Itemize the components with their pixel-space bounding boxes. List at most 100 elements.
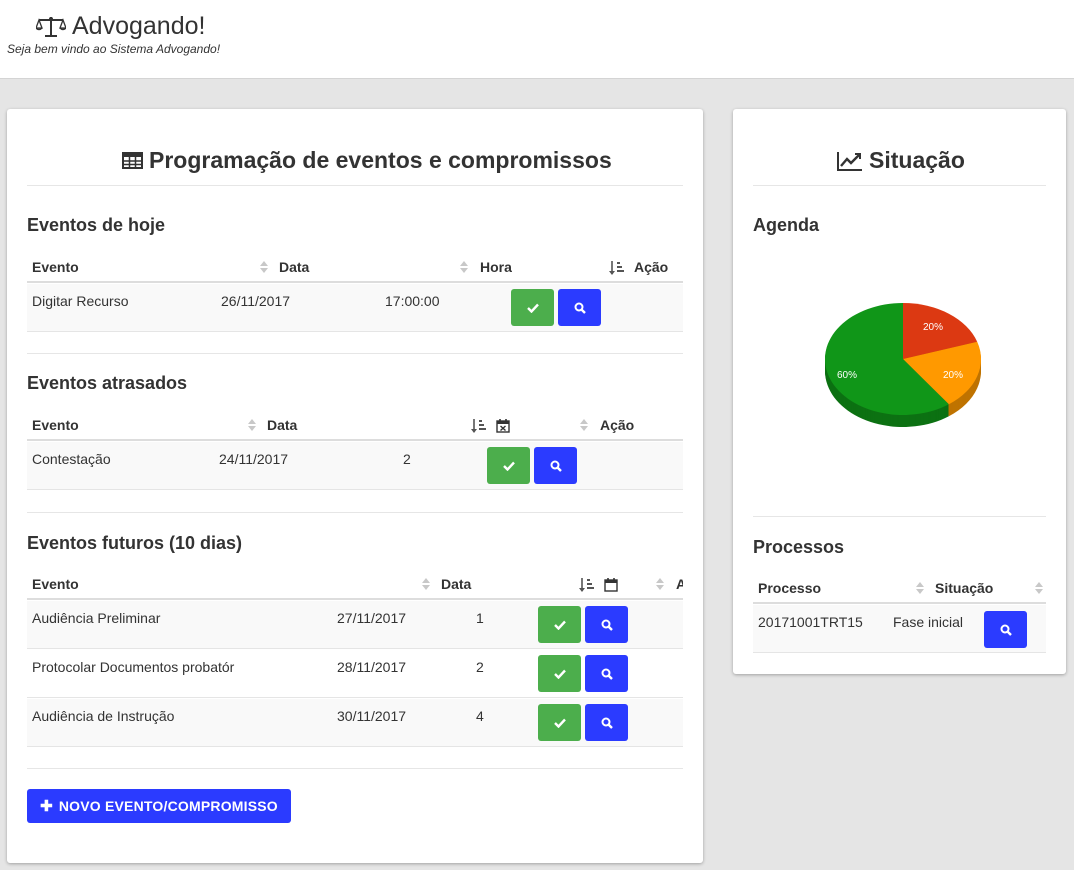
event-name: Digitar Recurso	[32, 293, 129, 309]
event-date: 30/11/2017	[337, 708, 407, 724]
view-button[interactable]	[558, 289, 601, 326]
confirm-button[interactable]	[487, 447, 530, 484]
processo-situacao: Fase inicial	[893, 614, 964, 630]
sort-icon[interactable]	[656, 578, 664, 590]
late-section-title: Eventos atrasados	[27, 373, 188, 393]
days-until: 4	[476, 708, 484, 724]
new-event-button[interactable]: ✚ NOVO EVENTO/COMPROMISSO	[27, 789, 291, 823]
search-icon	[574, 302, 586, 314]
view-button[interactable]	[534, 447, 577, 484]
pie-slice-label: 20%	[943, 370, 964, 381]
sort-icon[interactable]	[260, 261, 268, 273]
col-acao[interactable]: A	[676, 576, 683, 592]
processos-title: Processos	[753, 537, 845, 557]
search-icon	[1000, 624, 1012, 636]
sort-icon[interactable]	[916, 582, 924, 594]
view-button[interactable]	[585, 655, 628, 692]
search-icon	[550, 460, 562, 472]
col-acao[interactable]: Ação	[634, 259, 668, 275]
event-name: Protocolar Documentos probatór	[32, 659, 235, 675]
confirm-button[interactable]	[538, 655, 581, 692]
table-row: Audiência de Instrução 30/11/2017 4	[27, 699, 683, 747]
sort-icon[interactable]	[580, 419, 588, 431]
divider	[27, 768, 683, 769]
table-row: Protocolar Documentos probatór 28/11/201…	[27, 650, 683, 698]
col-evento[interactable]: Evento	[32, 576, 79, 592]
sort-icon[interactable]	[460, 261, 468, 273]
confirm-button[interactable]	[538, 704, 581, 741]
status-panel-title: Situação	[837, 147, 965, 174]
event-time: 17:00:00	[385, 293, 440, 309]
days-until: 2	[476, 659, 484, 675]
brand-name: Advogando!	[72, 12, 206, 40]
col-data[interactable]: Data	[267, 417, 297, 433]
event-date: 27/11/2017	[337, 610, 407, 626]
view-button[interactable]	[984, 611, 1027, 648]
new-event-label: NOVO EVENTO/COMPROMISSO	[58, 798, 278, 814]
event-name: Contestação	[32, 451, 111, 467]
divider	[753, 516, 1046, 517]
status-panel: Situação Agenda 20% 20% 60% Processos Pr…	[733, 109, 1066, 674]
calendar-icon[interactable]	[604, 577, 618, 592]
sort-icon[interactable]	[422, 578, 430, 590]
col-evento[interactable]: Evento	[32, 417, 79, 433]
divider	[27, 353, 683, 354]
pie-slice-label: 20%	[923, 322, 944, 333]
pie-slice-label: 60%	[837, 370, 858, 381]
table-icon	[122, 152, 143, 169]
search-icon	[601, 619, 613, 631]
late-table-header: Evento Data Ação	[27, 409, 683, 441]
brand[interactable]: Advogando!	[36, 12, 205, 41]
event-date: 28/11/2017	[337, 659, 407, 675]
search-icon	[601, 717, 613, 729]
tagline: Seja bem vindo ao Sistema Advogando!	[7, 42, 221, 56]
confirm-button[interactable]	[511, 289, 554, 326]
col-acao[interactable]: Ação	[600, 417, 634, 433]
check-icon	[553, 620, 566, 630]
future-section-title: Eventos futuros (10 dias)	[27, 533, 243, 553]
events-panel-title-text: Programação de eventos e compromissos	[149, 147, 612, 173]
col-data[interactable]: Data	[441, 576, 471, 592]
today-table-header: Evento Data Hora Ação	[27, 251, 683, 283]
event-date: 26/11/2017	[221, 293, 291, 309]
col-evento[interactable]: Evento	[32, 259, 79, 275]
status-panel-title-text: Situação	[869, 147, 965, 173]
processos-table-header: Processo Situação	[753, 572, 1046, 604]
events-panel-title: Programação de eventos e compromissos	[122, 147, 612, 174]
check-icon	[502, 461, 515, 471]
col-processo[interactable]: Processo	[758, 580, 821, 596]
today-section-title: Eventos de hoje	[27, 215, 166, 235]
sort-icon[interactable]	[1035, 582, 1043, 594]
processo-id: 20171001TRT15	[758, 614, 863, 630]
event-name: Audiência Preliminar	[32, 610, 161, 626]
sort-icon[interactable]	[248, 419, 256, 431]
future-table-header: Evento Data A	[27, 568, 683, 600]
confirm-button[interactable]	[538, 606, 581, 643]
check-icon	[526, 303, 539, 313]
check-icon	[553, 718, 566, 728]
divider	[753, 185, 1046, 186]
divider	[27, 185, 683, 186]
pie-chart-svg	[825, 303, 981, 427]
view-button[interactable]	[585, 606, 628, 643]
plus-icon: ✚	[40, 798, 53, 815]
divider	[27, 512, 683, 513]
events-panel: Programação de eventos e compromissos Ev…	[7, 109, 703, 863]
check-icon	[553, 669, 566, 679]
table-row: 20171001TRT15 Fase inicial	[753, 605, 1046, 653]
agenda-pie-chart: 20% 20% 60%	[813, 289, 993, 449]
col-situacao[interactable]: Situação	[935, 580, 993, 596]
days-until: 1	[476, 610, 484, 626]
sort-amount-asc-icon[interactable]	[471, 418, 487, 434]
view-button[interactable]	[585, 704, 628, 741]
sort-amount-asc-icon[interactable]	[579, 577, 595, 593]
table-row: Contestação 24/11/2017 2	[27, 442, 683, 490]
search-icon	[601, 668, 613, 680]
sort-amount-asc-icon[interactable]	[609, 260, 625, 276]
col-hora[interactable]: Hora	[480, 259, 512, 275]
calendar-times-icon[interactable]	[496, 418, 510, 433]
table-row: Digitar Recurso 26/11/2017 17:00:00	[27, 284, 683, 332]
agenda-title: Agenda	[753, 215, 820, 235]
event-date: 24/11/2017	[219, 451, 289, 467]
col-data[interactable]: Data	[279, 259, 309, 275]
